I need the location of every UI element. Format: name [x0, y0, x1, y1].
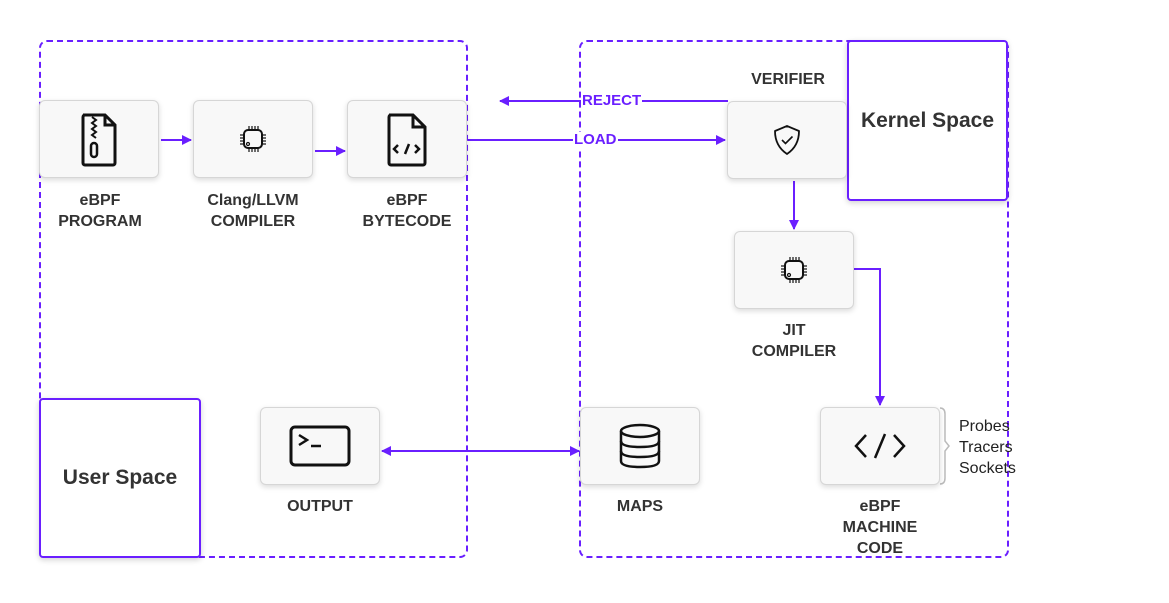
maps-node[interactable]	[580, 407, 700, 485]
code-brackets-icon	[854, 433, 906, 459]
attach-point-sockets: Sockets	[959, 460, 1016, 477]
ebpf-program-label: eBPF PROGRAM	[20, 190, 180, 232]
zip-file-icon	[81, 113, 117, 167]
machine-code-label: eBPF MACHINE CODE	[800, 496, 960, 559]
label-line: JIT	[782, 322, 806, 339]
attach-point-probes: Probes	[959, 418, 1010, 435]
reject-label: REJECT	[581, 92, 643, 109]
jit-compiler-label: JIT COMPILER	[714, 320, 874, 362]
code-file-icon	[387, 113, 427, 167]
ebpf-program-node[interactable]	[39, 100, 159, 178]
compiler-label: Clang/LLVM COMPILER	[173, 190, 333, 232]
chip-icon	[781, 257, 807, 283]
verifier-title: VERIFIER	[751, 71, 825, 88]
label-line: CODE	[856, 540, 904, 557]
bytecode-node[interactable]	[347, 100, 467, 178]
bytecode-label: eBPF BYTECODE	[327, 190, 487, 232]
attach-points-list: Probes Tracers Sockets	[959, 416, 1016, 479]
label-line: eBPF	[386, 192, 428, 209]
maps-label: MAPS	[616, 498, 664, 515]
attach-point-tracers: Tracers	[959, 439, 1013, 456]
jit-compiler-node[interactable]	[734, 231, 854, 309]
output-label: OUTPUT	[287, 498, 353, 515]
label-line: eBPF	[79, 192, 121, 209]
verifier-node[interactable]	[727, 101, 847, 179]
label-line: eBPF	[859, 498, 901, 515]
label-line: BYTECODE	[362, 213, 452, 230]
label-line: Clang/LLVM	[207, 192, 299, 209]
load-label: LOAD	[573, 131, 618, 148]
label-line: COMPILER	[210, 213, 296, 230]
compiler-node[interactable]	[193, 100, 313, 178]
shield-check-icon	[774, 125, 800, 155]
machine-code-node[interactable]	[820, 407, 940, 485]
output-node[interactable]	[260, 407, 380, 485]
label-line: COMPILER	[751, 343, 837, 360]
database-icon	[619, 423, 661, 469]
label-line: PROGRAM	[58, 213, 142, 230]
terminal-icon	[289, 425, 351, 467]
attach-bracket	[939, 407, 950, 485]
label-line: MACHINE	[842, 519, 918, 536]
chip-icon	[240, 126, 266, 152]
